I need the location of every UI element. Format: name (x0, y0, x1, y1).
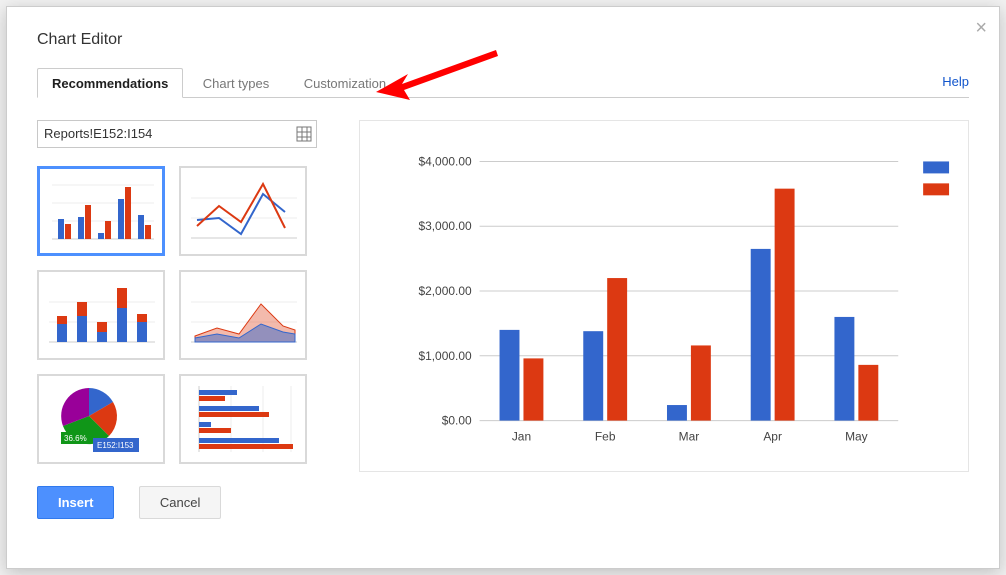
insert-button[interactable]: Insert (37, 486, 114, 519)
thumb-grouped-bar[interactable] (37, 166, 165, 256)
pie-percent-label: 36.6% (64, 434, 87, 443)
range-input[interactable] (38, 121, 316, 146)
tab-customization[interactable]: Customization (289, 68, 401, 98)
chart-preview: $0.00 $1,000.00 $2,000.00 $3,000.00 $4,000.0… (359, 120, 969, 472)
left-panel: 36.6% E152:I153 (37, 120, 327, 519)
tab-chart-types[interactable]: Chart types (188, 68, 284, 98)
svg-text:Mar: Mar (679, 430, 700, 444)
thumbnail-grid: 36.6% E152:I153 (37, 166, 327, 464)
thumb-stacked-bar[interactable] (37, 270, 165, 360)
thumb-line[interactable] (179, 166, 307, 256)
close-icon[interactable]: × (975, 17, 987, 40)
svg-text:Feb: Feb (595, 430, 616, 444)
cancel-button[interactable]: Cancel (139, 486, 221, 519)
thumb-pie[interactable]: 36.6% E152:I153 (37, 374, 165, 464)
range-box (37, 120, 317, 148)
button-row: Insert Cancel (37, 486, 327, 519)
tab-row: Recommendations Chart types Customizatio… (37, 67, 969, 98)
svg-text:$3,000.00: $3,000.00 (418, 219, 472, 233)
chart-editor-dialog: × Chart Editor Recommendations Chart typ… (6, 6, 1000, 569)
thumb-horizontal-bar[interactable] (179, 374, 307, 464)
svg-text:$1,000.00: $1,000.00 (418, 349, 472, 363)
svg-text:Apr: Apr (763, 430, 782, 444)
grid-icon[interactable] (296, 126, 312, 147)
thumb-area[interactable] (179, 270, 307, 360)
dialog-title: Chart Editor (37, 31, 969, 49)
svg-text:Jan: Jan (512, 430, 531, 444)
svg-text:$4,000.00: $4,000.00 (418, 154, 472, 168)
svg-text:$0.00: $0.00 (442, 414, 472, 428)
tab-recommendations[interactable]: Recommendations (37, 68, 183, 98)
help-link[interactable]: Help (942, 74, 969, 89)
pie-tooltip: E152:I153 (97, 441, 134, 450)
svg-text:May: May (845, 430, 868, 444)
svg-text:$2,000.00: $2,000.00 (418, 284, 472, 298)
